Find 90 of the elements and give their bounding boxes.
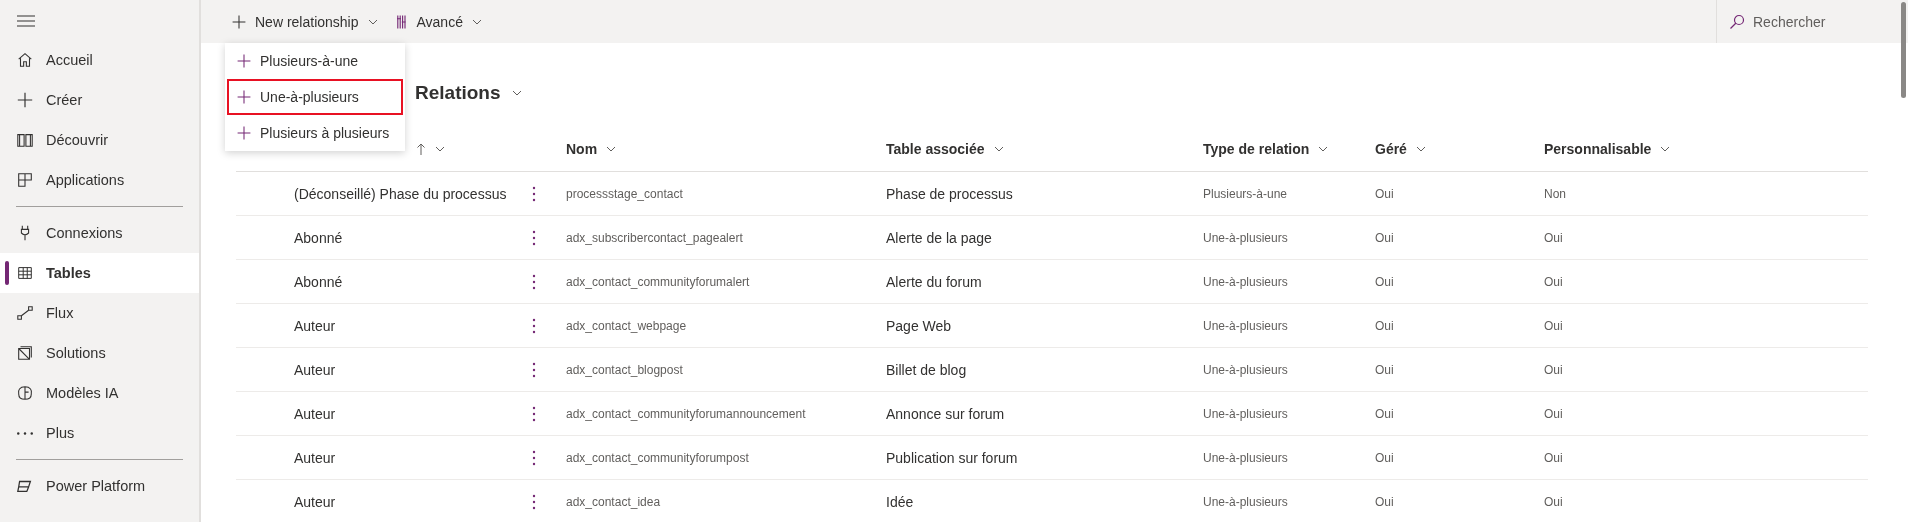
table-cell: Oui bbox=[1544, 274, 1563, 289]
table-cell: Oui bbox=[1375, 362, 1394, 377]
sidebar-item[interactable]: Power Platform bbox=[0, 466, 199, 506]
plus-icon bbox=[231, 13, 247, 30]
table-cell: Publication sur forum bbox=[886, 449, 1018, 466]
more-icon[interactable] bbox=[532, 361, 536, 378]
more-icon[interactable] bbox=[532, 405, 536, 422]
table-cell: Oui bbox=[1544, 362, 1563, 377]
sidebar-item[interactable]: Plus bbox=[0, 413, 199, 453]
sidebar-item[interactable]: Connexions bbox=[0, 213, 199, 253]
sidebar-item[interactable]: Applications bbox=[0, 160, 199, 200]
more-icon[interactable] bbox=[532, 449, 536, 466]
sidebar-item[interactable]: Accueil bbox=[0, 40, 199, 80]
table-cell: Billet de blog bbox=[886, 361, 967, 378]
table-cell: adx_contact_communityforumpost bbox=[566, 450, 749, 465]
table-cell: (Déconseillé) Phase du processus bbox=[294, 185, 507, 202]
table-cell: Oui bbox=[1375, 406, 1394, 421]
table-cell: Alerte du forum bbox=[886, 273, 982, 290]
table-cell: Auteur bbox=[294, 449, 336, 466]
column-header[interactable]: Personnalisable bbox=[1544, 127, 1868, 172]
more-icon[interactable] bbox=[532, 317, 536, 334]
table-cell: Une-à-plusieurs bbox=[1203, 274, 1288, 289]
search-icon bbox=[1729, 13, 1745, 30]
plus-icon bbox=[236, 53, 252, 69]
table-icon bbox=[16, 264, 34, 282]
table-cell: Oui bbox=[1544, 406, 1563, 421]
column-header[interactable]: Table associée bbox=[886, 127, 1203, 172]
table-cell: Oui bbox=[1375, 186, 1394, 201]
page-title: Relations bbox=[415, 82, 501, 104]
sidebar-item[interactable]: Tables bbox=[0, 253, 199, 293]
table-cell: Annonce sur forum bbox=[886, 405, 1005, 422]
more-icon[interactable] bbox=[532, 493, 536, 510]
scrollbar-thumb[interactable] bbox=[1901, 2, 1906, 98]
flow-icon bbox=[16, 304, 34, 322]
table-cell: Abonné bbox=[294, 273, 343, 290]
table-cell: Une-à-plusieurs bbox=[1203, 494, 1288, 509]
table-cell: Une-à-plusieurs bbox=[1203, 406, 1288, 421]
column-header[interactable]: Géré bbox=[1375, 127, 1544, 172]
table-cell: Oui bbox=[1544, 494, 1563, 509]
table-cell: adx_contact_blogpost bbox=[566, 362, 683, 377]
sidebar-item[interactable]: Flux bbox=[0, 293, 199, 333]
plus-icon bbox=[16, 91, 34, 109]
menu-icon[interactable] bbox=[16, 14, 36, 28]
toolbar-button[interactable]: New relationship bbox=[231, 0, 387, 43]
apps-icon bbox=[16, 171, 34, 189]
table-cell: Auteur bbox=[294, 317, 336, 334]
table-cell: adx_contact_communityforumannouncement bbox=[566, 406, 806, 421]
table-cell: adx_contact_webpage bbox=[566, 318, 687, 333]
sidebar-item[interactable]: Modèles IA bbox=[0, 373, 199, 413]
table-cell: Plusieurs-à-une bbox=[1203, 186, 1288, 201]
table-cell: Oui bbox=[1544, 230, 1563, 245]
table-cell: Oui bbox=[1375, 230, 1394, 245]
column-header[interactable]: Type de relation bbox=[1203, 127, 1375, 172]
column-header[interactable]: Nom bbox=[566, 127, 886, 172]
book-icon bbox=[16, 131, 34, 149]
table-cell: Phase de processus bbox=[886, 185, 1013, 202]
table-cell: Oui bbox=[1375, 450, 1394, 465]
table-cell: Auteur bbox=[294, 493, 336, 510]
table-cell: Idée bbox=[886, 493, 914, 510]
table-cell: Non bbox=[1544, 186, 1566, 201]
table-cell: Oui bbox=[1375, 494, 1394, 509]
more-icon[interactable] bbox=[532, 229, 536, 246]
table-cell: Une-à-plusieurs bbox=[1203, 450, 1288, 465]
table-cell: Une-à-plusieurs bbox=[1203, 362, 1288, 377]
table-cell: adx_contact_idea bbox=[566, 494, 661, 509]
more-icon[interactable] bbox=[532, 185, 536, 202]
table-cell: processstage_contact bbox=[566, 186, 683, 201]
table-cell: Abonné bbox=[294, 229, 343, 246]
plus-icon bbox=[236, 89, 252, 105]
table-cell: Alerte de la page bbox=[886, 229, 992, 246]
table-cell: adx_subscribercontact_pagealert bbox=[566, 230, 743, 245]
table-cell: Oui bbox=[1544, 450, 1563, 465]
menu-item[interactable]: Une-à-plusieurs bbox=[227, 79, 403, 115]
table-cell: Auteur bbox=[294, 405, 336, 422]
more-icon bbox=[16, 430, 34, 436]
sidebar-item[interactable]: Découvrir bbox=[0, 120, 199, 160]
table-cell: Une-à-plusieurs bbox=[1203, 318, 1288, 333]
toolbar-button[interactable]: Avancé bbox=[392, 0, 491, 43]
table-cell: Oui bbox=[1375, 318, 1394, 333]
table-cell: Oui bbox=[1375, 274, 1394, 289]
table-cell: Une-à-plusieurs bbox=[1203, 230, 1288, 245]
table-cell: Auteur bbox=[294, 361, 336, 378]
plus-icon bbox=[236, 125, 252, 141]
table-cell: adx_contact_communityforumalert bbox=[566, 274, 750, 289]
table-cell: Oui bbox=[1544, 318, 1563, 333]
more-icon[interactable] bbox=[532, 273, 536, 290]
sidebar-item[interactable]: Créer bbox=[0, 80, 199, 120]
sidebar-item[interactable]: Solutions bbox=[0, 333, 199, 373]
home-icon bbox=[16, 51, 34, 69]
table-cell: Page Web bbox=[886, 317, 952, 334]
